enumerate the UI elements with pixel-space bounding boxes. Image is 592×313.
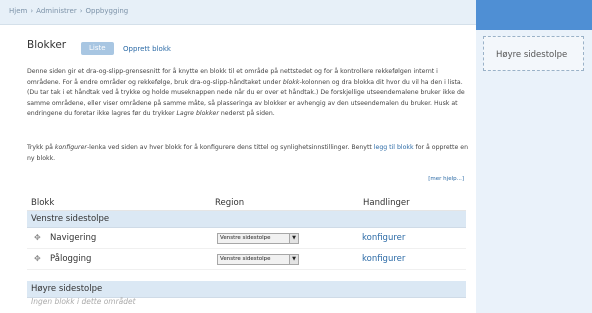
breadcrumb-administer[interactable]: Administrer xyxy=(36,7,77,15)
header-bar xyxy=(476,0,592,30)
help-paragraph: Denne siden gir et dra-og-slipp-grensesn… xyxy=(27,67,472,120)
region-row-left-sidebar: Venstre sidestolpe xyxy=(27,211,466,228)
breadcrumb-structure[interactable]: Oppbygging xyxy=(86,7,129,15)
configure-link[interactable]: konfigurer xyxy=(362,233,405,243)
row-spacer xyxy=(27,270,466,281)
block-name: Navigering xyxy=(50,233,97,243)
table-row: ✥ Pålogging Venstre sidestolpe ▼ konfigu… xyxy=(27,249,466,270)
right-sidebar: Høyre sidestolpe xyxy=(476,0,592,313)
help-emphasis: blokk xyxy=(282,78,300,86)
more-help-link[interactable]: [mer hjelp...] xyxy=(428,176,464,182)
header-region: Region xyxy=(215,198,245,208)
region-title: Høyre sidestolpe xyxy=(31,284,103,294)
chevron-down-icon: ▼ xyxy=(289,234,298,243)
region-title: Venstre sidestolpe xyxy=(31,214,110,224)
header-block: Blokk xyxy=(31,198,55,208)
breadcrumb-separator: › xyxy=(30,7,34,15)
tab-create-block[interactable]: Opprett blokk xyxy=(123,45,171,53)
blocks-table: Blokk Region Handlinger Venstre sidestol… xyxy=(27,194,466,310)
add-block-link[interactable]: legg til blokk xyxy=(374,144,414,151)
page-title: Blokker xyxy=(27,39,67,51)
region-select[interactable]: Venstre sidestolpe ▼ xyxy=(217,233,299,244)
breadcrumb-bar: Hjem › Administrer › Oppbygging xyxy=(0,0,476,25)
help-emphasis: Lagre blokker xyxy=(176,110,219,117)
main-column: Hjem › Administrer › Oppbygging Blokker List… xyxy=(0,0,476,313)
drag-handle-icon[interactable]: ✥ xyxy=(34,254,41,263)
help-text: nederst på siden. xyxy=(218,110,275,117)
empty-region-row: Ingen blokk i dette området xyxy=(27,297,466,310)
region-row-right-sidebar: Høyre sidestolpe xyxy=(27,281,466,298)
region-select-value: Venstre sidestolpe xyxy=(220,256,271,262)
drag-handle-icon[interactable]: ✥ xyxy=(34,233,41,242)
right-sidebar-region: Høyre sidestolpe xyxy=(483,36,584,71)
tab-list[interactable]: Liste xyxy=(81,42,114,55)
help-text: Trykk på xyxy=(27,144,55,151)
chevron-down-icon: ▼ xyxy=(289,255,298,264)
table-row: ✥ Navigering Venstre sidestolpe ▼ konfig… xyxy=(27,228,466,249)
configure-link[interactable]: konfigurer xyxy=(362,254,405,264)
breadcrumb-separator: › xyxy=(79,7,83,15)
region-select[interactable]: Venstre sidestolpe ▼ xyxy=(217,254,299,265)
header-actions: Handlinger xyxy=(363,198,410,208)
help-emphasis: konfigurer xyxy=(54,144,87,151)
right-sidebar-region-label: Høyre sidestolpe xyxy=(496,50,568,60)
breadcrumb: Hjem › Administrer › Oppbygging xyxy=(9,7,128,15)
table-header: Blokk Region Handlinger xyxy=(27,194,466,211)
help-paragraph: Trykk på konfigurer-lenka ved siden av h… xyxy=(27,143,472,164)
block-name: Pålogging xyxy=(50,254,92,264)
breadcrumb-home[interactable]: Hjem xyxy=(9,7,27,15)
empty-region-text: Ingen blokk i dette området xyxy=(31,297,136,306)
region-select-value: Venstre sidestolpe xyxy=(220,235,271,241)
help-text: -lenka ved siden av hver blokk for å kon… xyxy=(86,144,374,151)
